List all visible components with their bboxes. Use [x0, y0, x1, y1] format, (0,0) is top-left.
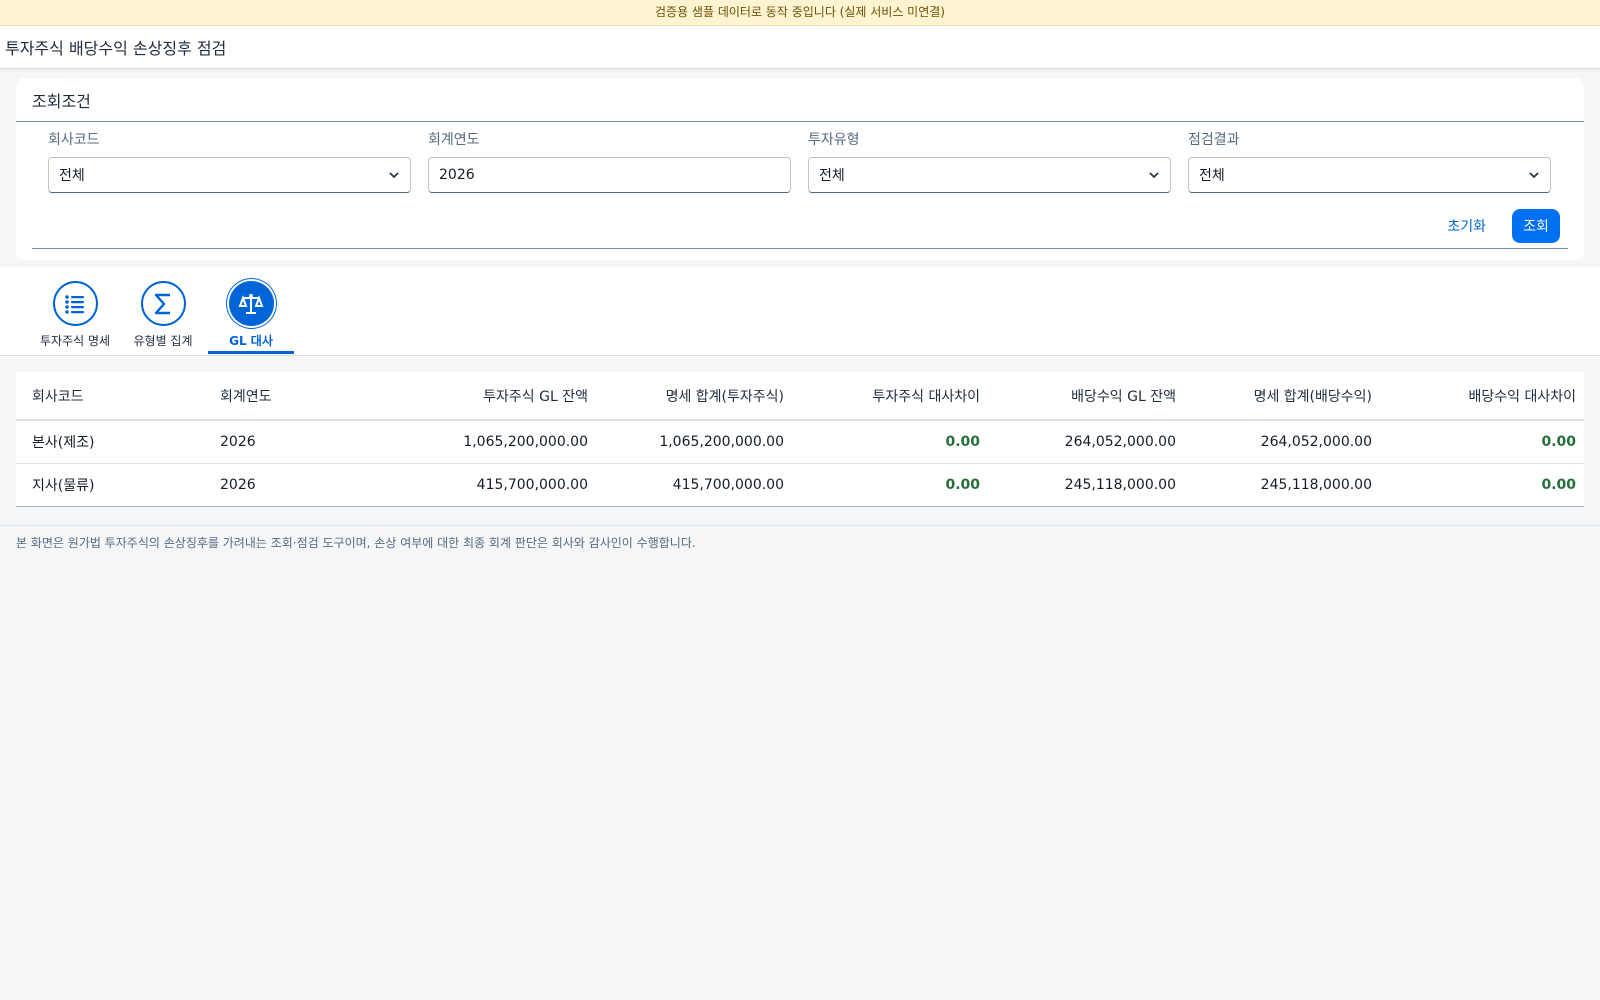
column-header[interactable]: 배당수익 GL 잔액	[988, 372, 1184, 421]
column-header[interactable]: 투자주식 GL 잔액	[400, 372, 596, 421]
disclaimer-footnote: 본 화면은 원가법 투자주식의 손상징후를 가려내는 조회·점검 도구이며, 손…	[0, 525, 1600, 559]
chevron-down-icon	[389, 172, 399, 179]
active-tab-indicator	[208, 351, 294, 354]
company-code-select[interactable]: 전체	[48, 157, 411, 193]
column-header[interactable]: 명세 합계(투자주식)	[596, 372, 792, 421]
select-value: 전체	[59, 168, 85, 184]
table-cell: 1,065,200,000.00	[596, 420, 792, 464]
select-value: 전체	[819, 168, 845, 184]
table-cell: 415,700,000.00	[400, 463, 596, 507]
table-row[interactable]: 지사(물류) 2026 415,700,000.00 415,700,000.0…	[16, 463, 1584, 507]
chevron-down-icon	[1149, 172, 1159, 179]
icon-tab-bar: 투자주식 명세 유형별 집계 GL 대사	[0, 267, 1600, 356]
demo-banner: 검증용 샘플 데이터로 동작 중입니다 (실제 서비스 미연결)	[0, 0, 1600, 26]
tab-gl-reconciliation[interactable]: GL 대사	[206, 281, 296, 349]
table-cell: 2026	[204, 463, 400, 507]
difference-cell: 0.00	[1380, 420, 1584, 464]
table-cell: 245,118,000.00	[988, 463, 1184, 507]
shell-bar: 투자주식 배당수익 손상징후 점검	[0, 26, 1600, 69]
field-label: 투자유형	[808, 132, 860, 148]
column-header[interactable]: 명세 합계(배당수익)	[1184, 372, 1380, 421]
filter-fields: 회사코드 전체 회계연도 2026 투자유형 전체 점검결과 전체	[48, 130, 1552, 193]
reset-button[interactable]: 초기화	[1435, 208, 1498, 244]
check-result-select[interactable]: 전체	[1188, 157, 1551, 193]
table-row[interactable]: 본사(제조) 2026 1,065,200,000.00 1,065,200,0…	[16, 420, 1584, 464]
check-result-field: 점검결과 전체	[1188, 130, 1551, 193]
field-label: 회사코드	[48, 132, 100, 148]
filter-card: 조회조건 회사코드 전체 회계연도 2026 투자유형 전체 점검결과 전체 초…	[16, 78, 1584, 260]
table-cell: 264,052,000.00	[1184, 420, 1380, 464]
table-cell: 2026	[204, 420, 400, 464]
tab-investment-stock-detail[interactable]: 투자주식 명세	[30, 281, 120, 349]
investment-type-select[interactable]: 전체	[808, 157, 1171, 193]
field-label: 회계연도	[428, 132, 480, 148]
table-cell: 415,700,000.00	[596, 463, 792, 507]
filter-title: 조회조건	[16, 78, 1584, 122]
table-cell: 1,065,200,000.00	[400, 420, 596, 464]
tab-label: 유형별 집계	[133, 334, 193, 348]
sum-icon	[140, 281, 186, 326]
column-header[interactable]: 회계연도	[204, 372, 400, 421]
select-value: 전체	[1199, 168, 1225, 184]
column-header[interactable]: 배당수익 대사차이	[1380, 372, 1584, 421]
table-cell: 264,052,000.00	[988, 420, 1184, 464]
gl-reconciliation-table: 회사코드 회계연도 투자주식 GL 잔액 명세 합계(투자주식) 투자주식 대사…	[16, 372, 1584, 507]
fiscal-year-input[interactable]: 2026	[428, 157, 791, 193]
page-title: 투자주식 배당수익 손상징후 점검	[5, 39, 227, 58]
search-button[interactable]: 조회	[1512, 209, 1560, 243]
tab-label: GL 대사	[229, 334, 273, 348]
list-icon	[52, 281, 98, 326]
company-code-field: 회사코드 전체	[48, 130, 411, 193]
field-label: 점검결과	[1188, 132, 1240, 148]
column-header[interactable]: 투자주식 대사차이	[792, 372, 988, 421]
tab-type-summary[interactable]: 유형별 집계	[118, 281, 208, 349]
fiscal-year-field: 회계연도 2026	[428, 130, 791, 193]
balance-scale-icon	[228, 281, 274, 326]
filter-actions: 초기화 조회	[1435, 208, 1560, 244]
investment-type-field: 투자유형 전체	[808, 130, 1171, 193]
tab-label: 투자주식 명세	[39, 334, 111, 348]
divider	[32, 248, 1568, 249]
difference-cell: 0.00	[1380, 463, 1584, 507]
table-cell: 245,118,000.00	[1184, 463, 1380, 507]
difference-cell: 0.00	[792, 463, 988, 507]
table-cell: 지사(물류)	[16, 463, 204, 507]
table-header-row: 회사코드 회계연도 투자주식 GL 잔액 명세 합계(투자주식) 투자주식 대사…	[16, 372, 1584, 421]
input-value: 2026	[439, 167, 475, 183]
table-cell: 본사(제조)	[16, 420, 204, 464]
chevron-down-icon	[1529, 172, 1539, 179]
column-header[interactable]: 회사코드	[16, 372, 204, 421]
difference-cell: 0.00	[792, 420, 988, 464]
